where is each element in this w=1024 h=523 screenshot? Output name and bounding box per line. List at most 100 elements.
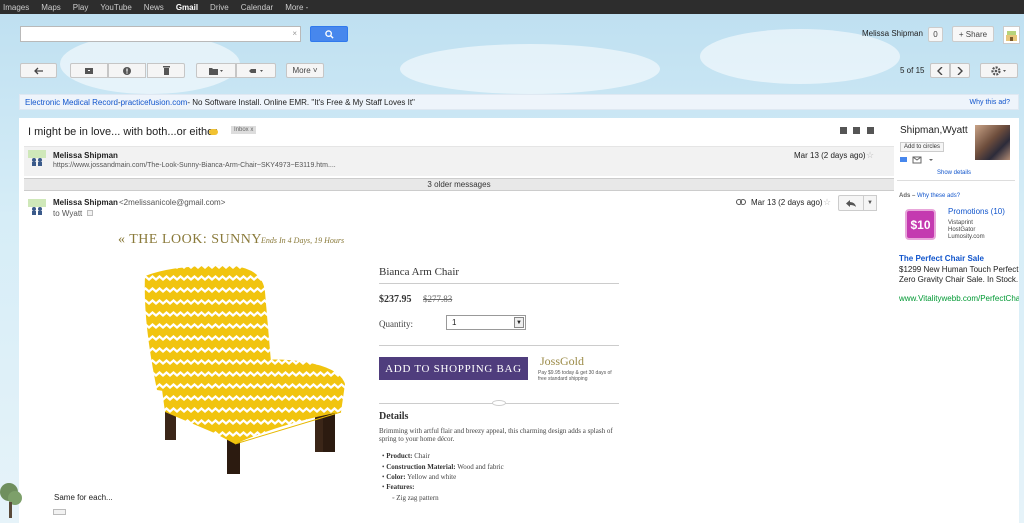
product-price: $237.95 — [379, 294, 412, 305]
report-spam-button[interactable] — [108, 63, 146, 78]
why-these-ads-link[interactable]: Why these ads? — [917, 193, 960, 199]
nav-gmail[interactable]: Gmail — [176, 3, 198, 12]
spec-value: Yellow and white — [405, 473, 457, 481]
collapsed-snippet: https://www.jossandmain.com/The-Look-Sun… — [53, 162, 336, 169]
archive-button[interactable] — [70, 63, 108, 78]
nav-youtube[interactable]: YouTube — [100, 3, 131, 12]
message-date: Mar 13 (2 days ago) — [751, 198, 823, 207]
message-recipient: to Wyatt — [53, 209, 83, 218]
attachment-link-icon — [736, 199, 746, 205]
older-messages-bar[interactable]: 3 older messages — [24, 178, 894, 191]
star-icon[interactable]: ☆ — [823, 197, 831, 208]
why-this-ad-link[interactable]: Why this ad? — [970, 99, 1010, 106]
sender-avatar-icon — [28, 199, 46, 215]
ads-label: Ads – Why these ads? — [899, 193, 960, 199]
reply-button[interactable] — [838, 195, 864, 211]
print-icon[interactable] — [853, 127, 860, 134]
promotions-badge[interactable]: $10 — [905, 209, 936, 240]
sidebar-ad-url[interactable]: www.Vitalitywebb.com/PerfectChair — [899, 294, 1019, 303]
quantity-label: Quantity: — [379, 319, 413, 329]
quantity-select[interactable]: 1 ▼ — [446, 315, 526, 330]
add-to-circles-button[interactable]: Add to circles — [900, 142, 945, 152]
clear-search-icon[interactable]: × — [292, 29, 297, 38]
google-bar: Images Maps Play YouTube News Gmail Driv… — [0, 0, 1024, 14]
spec-value: Wood and fabric — [455, 463, 504, 471]
search-button[interactable] — [310, 26, 348, 42]
nav-drive[interactable]: Drive — [210, 3, 229, 12]
labels-button[interactable] — [236, 63, 276, 78]
nav-play[interactable]: Play — [73, 3, 89, 12]
collapsed-message[interactable] — [24, 146, 894, 176]
account-avatar[interactable] — [1003, 26, 1020, 44]
search-icon — [324, 29, 334, 39]
nav-news[interactable]: News — [144, 3, 164, 12]
collapsed-date: Mar 13 (2 days ago) — [794, 151, 866, 160]
settings-button[interactable] — [980, 63, 1018, 78]
ads-label-text: Ads – — [899, 193, 918, 199]
older-button[interactable] — [950, 63, 970, 78]
collapsed-sender: Melissa Shipman — [53, 151, 118, 160]
show-details-link[interactable]: Show details — [937, 170, 971, 176]
promo-source: Vistaprint — [948, 220, 973, 226]
spec-key: Color: — [386, 473, 406, 481]
contact-name[interactable]: Shipman,Wyatt — [900, 125, 968, 136]
more-actions-button[interactable]: More ˅ — [286, 63, 324, 78]
feature-text: Zig zag pattern — [396, 494, 439, 502]
inbox-label[interactable]: Inbox x — [231, 126, 257, 134]
nav-more[interactable]: More - — [285, 3, 308, 12]
jossgold-logo[interactable]: JossGold — [540, 354, 584, 369]
page-count: 5 of 15 — [900, 66, 925, 75]
chevron-down-icon[interactable]: ▼ — [514, 317, 524, 328]
product-description: Brimming with artful flair and breezy ap… — [379, 427, 613, 443]
sender-avatar-icon — [28, 150, 46, 166]
spec-key: Features: — [386, 483, 415, 491]
remove-label-icon[interactable]: x — [250, 127, 253, 133]
divider — [379, 283, 619, 284]
product-old-price: $277.83 — [423, 294, 453, 304]
chair-image[interactable] — [135, 262, 350, 474]
promo-source: HostGator — [948, 227, 976, 233]
spec-key: Product: — [386, 452, 413, 460]
divider — [897, 180, 1015, 181]
add-to-bag-button[interactable]: ADD TO SHOPPING BAG — [379, 357, 528, 380]
chat-icon — [900, 157, 907, 162]
move-to-button[interactable] — [196, 63, 236, 78]
back-button[interactable] — [20, 63, 57, 78]
newer-button[interactable] — [930, 63, 950, 78]
message-more-button[interactable]: ▼ — [864, 195, 877, 211]
message-sender[interactable]: Melissa Shipman — [53, 198, 118, 207]
message-body-text: Same for each... — [54, 493, 113, 502]
star-icon[interactable]: ☆ — [866, 150, 874, 161]
expand-all-icon[interactable] — [840, 127, 847, 134]
trash-icon — [162, 66, 170, 75]
look-title[interactable]: « THE LOOK: SUNNY — [118, 232, 262, 248]
notification-count[interactable]: 0 — [928, 27, 943, 42]
nav-calendar[interactable]: Calendar — [241, 3, 273, 12]
promotion-sources: Vistaprint HostGator Lumosity.com — [948, 220, 985, 241]
background-tree — [0, 483, 22, 518]
importance-marker-icon[interactable] — [209, 129, 218, 135]
back-arrow-icon — [33, 67, 43, 74]
nav-images[interactable]: Images — [3, 3, 29, 12]
show-trimmed-content-button[interactable] — [53, 509, 66, 515]
search-input[interactable]: × — [20, 26, 301, 42]
reply-icon — [846, 199, 856, 207]
new-window-icon[interactable] — [867, 127, 874, 134]
account-name[interactable]: Melissa Shipman — [862, 29, 923, 38]
thread-subject: I might be in love... with both...or eit… — [28, 126, 217, 138]
show-details-icon[interactable] — [87, 210, 93, 216]
contact-photo[interactable] — [975, 125, 1010, 160]
delete-button[interactable] — [147, 63, 185, 78]
top-ad-bar: Electronic Medical Record - practicefusi… — [19, 94, 1019, 110]
ad-link[interactable]: Electronic Medical Record — [25, 98, 118, 107]
promo-source: Lumosity.com — [948, 234, 985, 240]
sidebar-ad-title[interactable]: The Perfect Chair Sale — [899, 254, 984, 263]
ad-domain[interactable]: practicefusion.com — [121, 98, 188, 107]
share-button[interactable]: + Share — [952, 26, 994, 42]
ad-text: - No Software Install. Online EMR. "It's… — [187, 97, 415, 107]
contact-actions[interactable] — [900, 156, 938, 164]
spec-value: Chair — [412, 452, 430, 460]
promotions-link[interactable]: Promotions (10) — [948, 207, 1005, 216]
nav-maps[interactable]: Maps — [41, 3, 61, 12]
look-countdown: Ends In 4 Days, 19 Hours — [261, 236, 345, 245]
